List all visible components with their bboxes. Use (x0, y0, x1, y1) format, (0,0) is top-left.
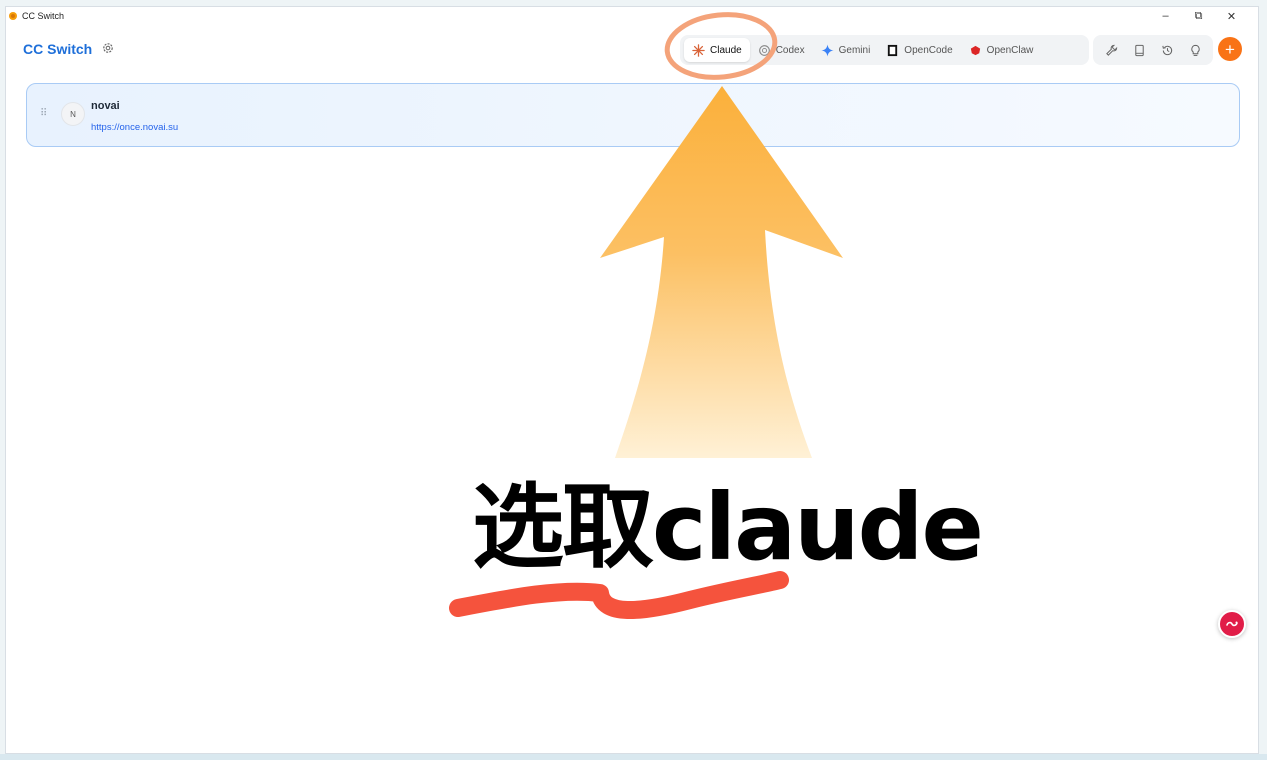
codex-icon (758, 44, 770, 56)
restore-button[interactable]: ⧉ (1182, 7, 1215, 25)
book-icon (1134, 44, 1144, 56)
settings-gear-icon[interactable] (102, 42, 114, 54)
tab-opencode-label: OpenCode (904, 44, 953, 56)
provider-avatar: N (61, 102, 85, 126)
annotation-caption: 选取claude (472, 474, 984, 581)
tab-claude-label: Claude (710, 44, 742, 56)
tab-codex-label: Codex (775, 44, 805, 56)
tab-gemini[interactable]: Gemini (813, 38, 879, 62)
claude-icon (692, 43, 705, 57)
skills-button[interactable] (1189, 44, 1202, 57)
lightbulb-icon (1190, 44, 1200, 56)
tab-claude[interactable]: Claude (684, 38, 750, 62)
tab-openclaw-label: OpenClaw (986, 44, 1034, 56)
app-tabs: Claude Codex Gemini OpenCode OpenClaw (680, 35, 1089, 65)
minimize-button[interactable]: – (1149, 7, 1182, 25)
provider-name: novai (91, 100, 120, 112)
gemini-icon (821, 43, 834, 57)
window-controls: – ⧉ ✕ (1149, 7, 1248, 25)
brand-title: CC Switch (23, 41, 93, 57)
docs-button[interactable] (1133, 44, 1146, 57)
title-bar: CC Switch – ⧉ ✕ (6, 7, 1258, 25)
wrench-icon (1105, 44, 1117, 56)
history-button[interactable] (1161, 44, 1174, 57)
window-title: CC Switch (22, 11, 65, 21)
opencode-icon (888, 44, 898, 56)
drag-handle-icon[interactable]: ⠿ (40, 108, 47, 119)
add-provider-button[interactable]: + (1218, 37, 1242, 61)
history-icon (1161, 45, 1172, 55)
tab-codex[interactable]: Codex (750, 38, 813, 62)
tools-button[interactable] (1105, 44, 1118, 57)
toolbar (1093, 35, 1213, 65)
app-window: CC Switch – ⧉ ✕ CC Switch Claude Codex G… (5, 6, 1259, 754)
taskbar-edge (0, 754, 1267, 760)
tab-gemini-label: Gemini (838, 44, 871, 56)
close-button[interactable]: ✕ (1215, 7, 1248, 25)
provider-card[interactable]: ⠿ N novai https://once.novai.su (26, 83, 1240, 147)
tab-openclaw[interactable]: OpenClaw (961, 38, 1042, 62)
provider-url[interactable]: https://once.novai.su (91, 122, 178, 133)
feedback-icon (1226, 621, 1238, 627)
app-header: CC Switch Claude Codex Gemini OpenCode O… (6, 27, 1258, 73)
tab-opencode[interactable]: OpenCode (878, 38, 960, 62)
app-logo-icon (9, 12, 17, 20)
floating-help-button[interactable] (1218, 610, 1246, 638)
openclaw-icon (970, 45, 980, 55)
